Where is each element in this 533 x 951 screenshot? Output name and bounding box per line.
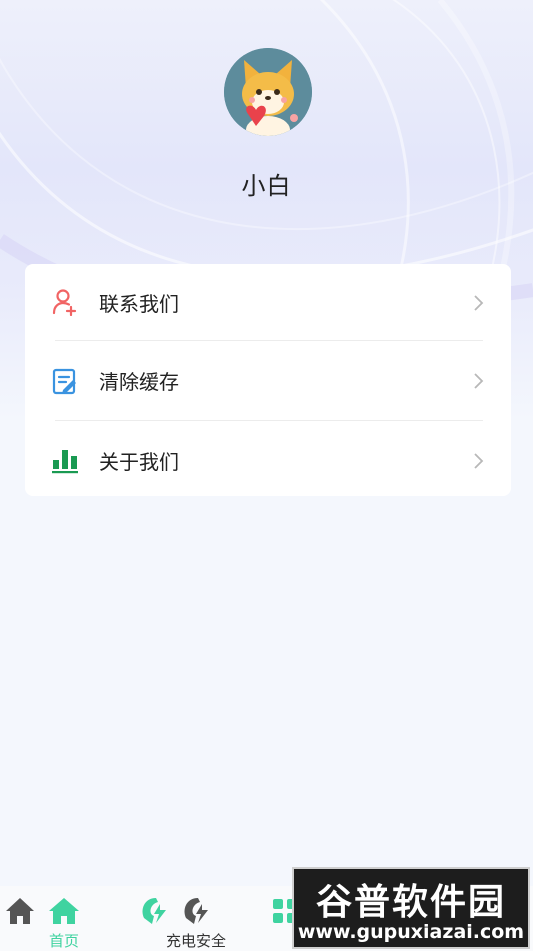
tab-label: 充电安全 xyxy=(166,932,227,950)
chevron-right-icon xyxy=(474,294,484,311)
home-icon xyxy=(49,898,79,924)
document-edit-icon xyxy=(52,368,76,395)
site-watermark: 谷普软件园 www.gupuxiazai.com xyxy=(292,867,530,949)
menu-item-contact-us[interactable]: 联系我们 xyxy=(25,264,511,341)
lightning-icon xyxy=(142,898,166,924)
tab-charging-safety[interactable]: 充电安全 xyxy=(130,886,270,951)
tab-label: 首页 xyxy=(48,932,79,950)
home-icon[interactable] xyxy=(4,896,36,926)
tab-home[interactable]: 首页 xyxy=(36,886,92,951)
divider xyxy=(55,420,483,421)
bar-chart-icon xyxy=(52,450,78,474)
menu-item-label: 联系我们 xyxy=(99,292,179,316)
shiba-dog-avatar-icon xyxy=(224,48,312,136)
avatar[interactable] xyxy=(224,48,312,136)
lightning-icon xyxy=(184,898,208,924)
menu-item-label: 关于我们 xyxy=(99,450,179,474)
menu-item-label: 清除缓存 xyxy=(99,370,179,394)
username: 小白 xyxy=(241,172,292,200)
watermark-title: 谷普软件园 xyxy=(315,882,506,923)
divider xyxy=(55,340,483,341)
menu-item-about-us[interactable]: 关于我们 xyxy=(25,422,511,499)
settings-menu-card: 联系我们 清除缓存 关于我们 xyxy=(25,264,511,496)
chevron-right-icon xyxy=(474,452,484,469)
person-add-icon xyxy=(52,289,77,316)
chevron-right-icon xyxy=(474,372,484,389)
watermark-url: www.gupuxiazai.com xyxy=(297,921,525,943)
menu-item-clear-cache[interactable]: 清除缓存 xyxy=(25,342,511,419)
